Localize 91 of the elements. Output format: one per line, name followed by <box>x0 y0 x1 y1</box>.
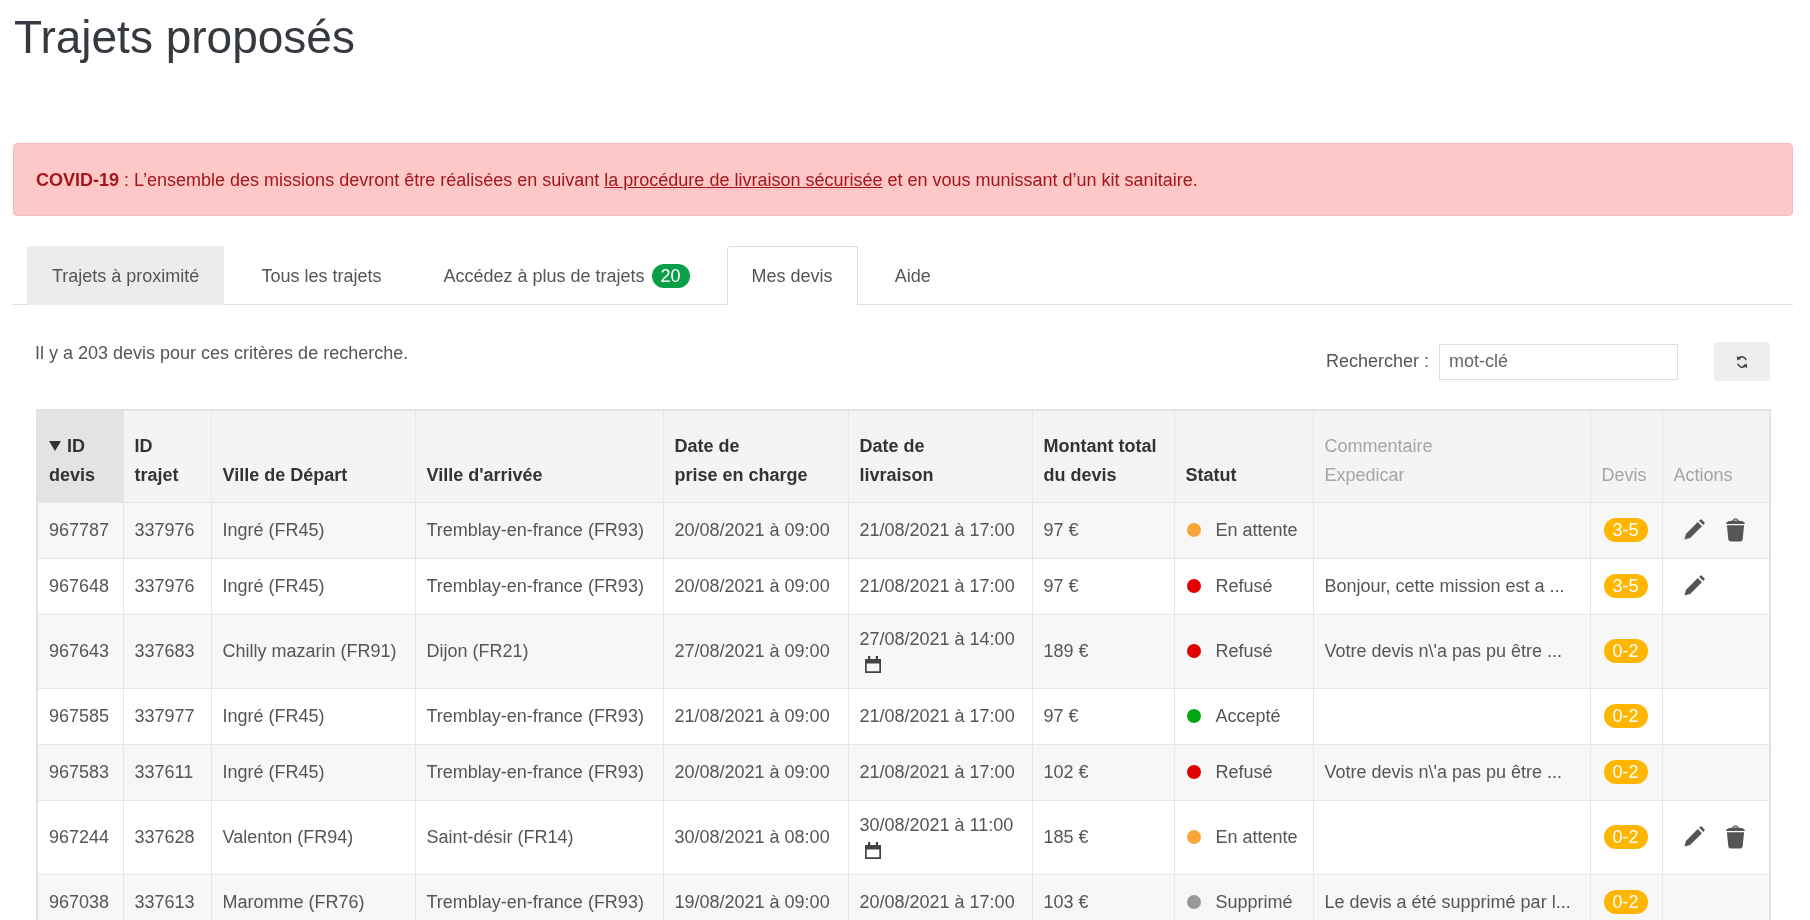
tab[interactable]: Trajets à proximité <box>27 246 225 305</box>
refresh-button[interactable] <box>1714 342 1770 381</box>
table-cell: 21/08/2021 à 09:00 <box>663 688 848 744</box>
pencil-icon[interactable] <box>1683 826 1705 847</box>
pencil-icon[interactable] <box>1683 575 1705 596</box>
column-header: Devis <box>1590 410 1662 502</box>
table-cell: Tremblay-en-france (FR93) <box>415 688 663 744</box>
column-header[interactable]: Statut <box>1174 410 1313 502</box>
table-cell: Tremblay-en-france (FR93) <box>415 502 663 558</box>
status-text: Refusé <box>1215 760 1273 784</box>
table-cell: 20/08/2021 à 09:00 <box>663 744 848 800</box>
table-cell: 97 € <box>1032 502 1174 558</box>
delivery-date: 27/08/2021 à 14:00 <box>859 627 1016 651</box>
table-cell: Ingré (FR45) <box>211 688 415 744</box>
table-cell: 97 € <box>1032 688 1174 744</box>
table-cell: 27/08/2021 à 09:00 <box>663 614 848 688</box>
table-cell: Saint-désir (FR14) <box>415 800 663 874</box>
status-text: Accepté <box>1215 704 1281 728</box>
table-cell: Chilly mazarin (FR91) <box>211 614 415 688</box>
table-cell: 967648 <box>37 558 123 614</box>
column-header: Actions <box>1662 410 1770 502</box>
table-cell: Bonjour, cette mission est a ... <box>1313 558 1590 614</box>
pencil-icon[interactable] <box>1683 519 1705 540</box>
table-cell: 337976 <box>123 558 211 614</box>
table-cell: Tremblay-en-france (FR93) <box>415 744 663 800</box>
delivery-date: 21/08/2021 à 17:00 <box>859 574 1016 598</box>
quote-range-badge: 3-5 <box>1603 517 1648 542</box>
column-header[interactable]: Ville d'arrivée <box>415 410 663 502</box>
delivery-date: 21/08/2021 à 17:00 <box>859 760 1016 784</box>
page-title: Trajets proposés <box>14 10 356 65</box>
search-field[interactable]: mot-clé <box>1439 343 1678 380</box>
sort-descending-icon <box>49 440 61 451</box>
column-header[interactable]: Montant total du devis <box>1032 410 1174 502</box>
table-cell: 967787 <box>37 502 123 558</box>
tab[interactable]: Aide <box>869 246 956 305</box>
column-header[interactable]: ID trajet <box>123 410 211 502</box>
table-cell: Votre devis n\'a pas pu être ... <box>1313 614 1590 688</box>
quote-range-badge: 0-2 <box>1603 889 1648 914</box>
quote-range-badge: 3-5 <box>1603 573 1648 598</box>
column-header[interactable]: ID devis <box>37 410 123 502</box>
delivery-date: 21/08/2021 à 17:00 <box>859 704 1016 728</box>
table-cell: 30/08/2021 à 08:00 <box>663 800 848 874</box>
status-text: Refusé <box>1215 639 1273 663</box>
delivery-date: 20/08/2021 à 17:00 <box>859 890 1016 914</box>
column-header: Commentaire Expedicar <box>1313 410 1590 502</box>
table-cell: 97 € <box>1032 558 1174 614</box>
status-text: Supprimé <box>1215 890 1293 914</box>
quote-range-badge: 0-2 <box>1603 759 1648 784</box>
tab[interactable]: Accédez à plus de trajets 20 <box>418 246 715 305</box>
status-text: Refusé <box>1215 574 1273 598</box>
table-cell: 967585 <box>37 688 123 744</box>
table-cell: 337611 <box>123 744 211 800</box>
procedure-link[interactable]: la procédure de livraison sécurisée <box>604 169 883 190</box>
trash-icon[interactable] <box>1724 824 1746 849</box>
table-cell: 337976 <box>123 502 211 558</box>
table-cell: Valenton (FR94) <box>211 800 415 874</box>
column-header[interactable]: Date de livraison <box>848 410 1032 502</box>
table-cell: 20/08/2021 à 09:00 <box>663 558 848 614</box>
table-cell: Dijon (FR21) <box>415 614 663 688</box>
table-cell: 189 € <box>1032 614 1174 688</box>
table-cell: 337628 <box>123 800 211 874</box>
status-text: En attente <box>1215 825 1298 849</box>
tab[interactable]: Mes devis <box>726 246 858 305</box>
tab[interactable]: Tous les trajets <box>236 246 407 305</box>
table-cell: 967643 <box>37 614 123 688</box>
table-cell: Ingré (FR45) <box>211 502 415 558</box>
table-cell: 967583 <box>37 744 123 800</box>
table-cell: Votre devis n\'a pas pu être ... <box>1313 744 1590 800</box>
table-cell: 337683 <box>123 614 211 688</box>
table-cell: 102 € <box>1032 744 1174 800</box>
status-text: En attente <box>1215 518 1298 542</box>
table-cell: Ingré (FR45) <box>211 558 415 614</box>
table-cell: 185 € <box>1032 800 1174 874</box>
table-cell: 967244 <box>37 800 123 874</box>
delivery-date: 30/08/2021 à 11:00 <box>859 813 1015 837</box>
table-cell: Tremblay-en-france (FR93) <box>415 558 663 614</box>
refresh-icon <box>1735 354 1749 369</box>
quote-range-badge: 0-2 <box>1603 824 1648 849</box>
search-label: Rechercher : <box>1325 351 1429 372</box>
results-count-text: Il y a 203 devis pour ces critères de recherche. <box>35 342 409 364</box>
column-header[interactable]: Ville de Départ <box>211 410 415 502</box>
count-badge: 20 <box>651 264 690 288</box>
alert-message: COVID-19 : L’ensemble des missions devront être réalisées en suivant la procédure de livraison sécurisée et en vous munissant d’un kit sanitaire. <box>36 168 1198 192</box>
table-cell: 20/08/2021 à 09:00 <box>663 502 848 558</box>
column-header[interactable]: Date de prise en charge <box>663 410 848 502</box>
table-cell: 337977 <box>123 688 211 744</box>
quote-range-badge: 0-2 <box>1603 703 1648 728</box>
delivery-date: 21/08/2021 à 17:00 <box>859 518 1016 542</box>
trash-icon[interactable] <box>1724 517 1746 542</box>
table-cell: Ingré (FR45) <box>211 744 415 800</box>
quote-range-badge: 0-2 <box>1603 638 1648 663</box>
